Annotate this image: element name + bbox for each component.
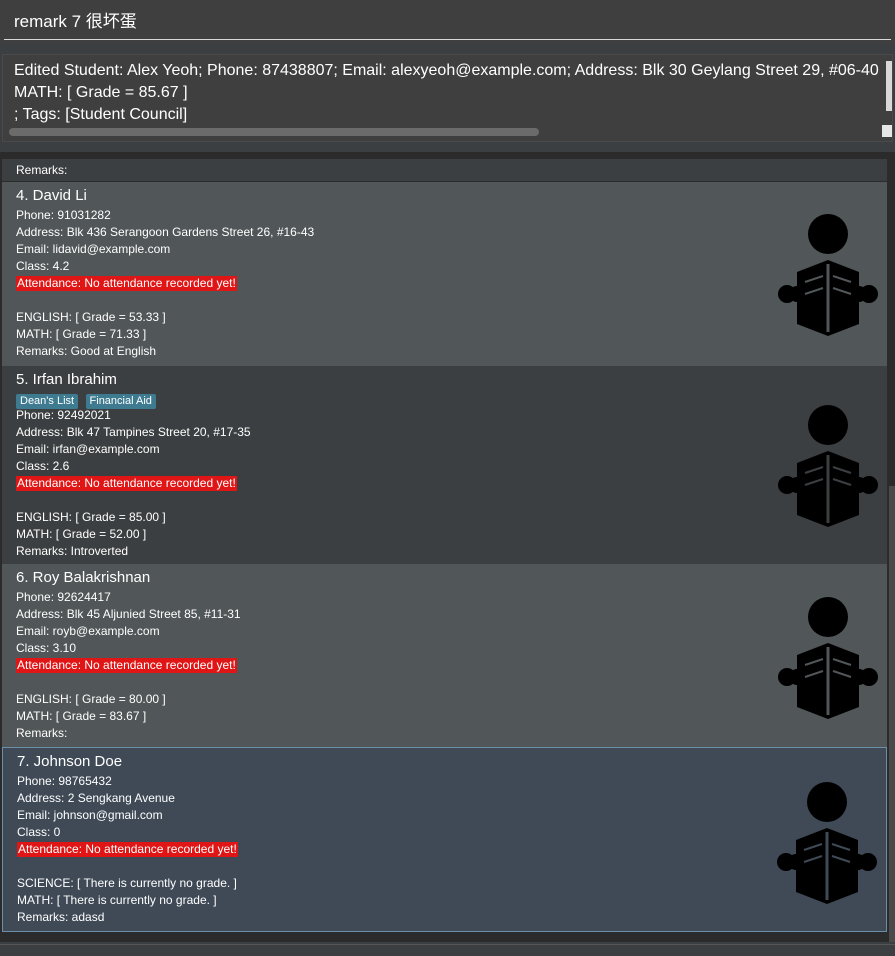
student-email: Email: irfan@example.com (16, 442, 160, 456)
student-email: Email: johnson@gmail.com (17, 808, 163, 822)
student-grade-2: MATH: [ Grade = 71.33 ] (16, 327, 147, 341)
result-display[interactable]: Edited Student: Alex Yeoh; Phone: 874388… (2, 54, 893, 142)
student-name: 7. Johnson Doe (17, 753, 123, 770)
student-grade-1: ENGLISH: [ Grade = 80.00 ] (16, 692, 166, 706)
student-card[interactable]: 5. Irfan Ibrahim Dean's List Financial A… (2, 366, 887, 564)
student-address: Address: 2 Sengkang Avenue (17, 791, 175, 805)
student-grade-2: MATH: [ There is currently no grade. ] (17, 893, 217, 907)
list-vertical-scrollbar[interactable] (889, 486, 895, 942)
student-card[interactable]: 4. David Li Phone: 91031282 Address: Blk… (2, 182, 887, 366)
person-reading-book-icon (778, 405, 878, 527)
student-name: 5. Irfan Ibrahim (16, 371, 117, 388)
student-name: 6. Roy Balakrishnan (16, 569, 151, 586)
person-reading-book-icon (778, 597, 878, 719)
student-address: Address: Blk 45 Aljunied Street 85, #11-… (16, 607, 241, 621)
attendance-status: Attendance: No attendance recorded yet! (16, 476, 237, 491)
student-address: Address: Blk 47 Tampines Street 20, #17-… (16, 425, 251, 439)
tag-deans-list: Dean's List (16, 394, 79, 409)
student-grade-2: MATH: [ Grade = 52.00 ] (16, 527, 147, 541)
student-grade-2: MATH: [ Grade = 83.67 ] (16, 709, 147, 723)
student-email: Email: lidavid@example.com (16, 242, 171, 256)
student-grade-1: ENGLISH: [ Grade = 53.33 ] (16, 310, 166, 324)
student-phone: Phone: 98765432 (17, 774, 112, 788)
student-remarks: Remarks: (16, 726, 68, 740)
student-name: 4. David Li (16, 187, 87, 204)
student-card-selected[interactable]: 7. Johnson Doe Phone: 98765432 Address: … (2, 747, 887, 932)
student-class: Class: 0 (17, 825, 61, 839)
tag-list: Dean's List Financial Aid (16, 391, 159, 409)
result-horizontal-scrollbar[interactable] (9, 128, 879, 136)
scroll-corner (882, 125, 892, 137)
attendance-status: Attendance: No attendance recorded yet! (16, 276, 237, 291)
status-bar (0, 944, 895, 956)
student-phone: Phone: 92624417 (16, 590, 111, 604)
person-reading-book-icon (777, 782, 877, 904)
result-line-3: ; Tags: [Student Council] (14, 106, 188, 123)
result-horizontal-scroll-thumb[interactable] (9, 128, 539, 136)
command-box (0, 0, 895, 44)
result-line-1: Edited Student: Alex Yeoh; Phone: 874388… (14, 62, 879, 79)
attendance-status: Attendance: No attendance recorded yet! (16, 658, 237, 673)
student-grade-1: ENGLISH: [ Grade = 85.00 ] (16, 510, 166, 524)
student-card[interactable]: 6. Roy Balakrishnan Phone: 92624417 Addr… (2, 564, 887, 747)
student-class: Class: 3.10 (16, 641, 77, 655)
student-remarks: Remarks: Introverted (16, 544, 129, 558)
student-class: Class: 4.2 (16, 259, 70, 273)
result-vertical-scroll-thumb[interactable] (886, 61, 892, 111)
result-line-2: MATH: [ Grade = 85.67 ] (14, 84, 188, 101)
partial-card-remarks: Remarks: (2, 159, 887, 181)
student-email: Email: royb@example.com (16, 624, 160, 638)
person-reading-book-icon (778, 214, 878, 336)
student-remarks: Remarks: Good at English (16, 344, 157, 358)
student-remarks: Remarks: adasd (17, 910, 105, 924)
attendance-status: Attendance: No attendance recorded yet! (17, 842, 238, 857)
command-input[interactable] (4, 0, 891, 40)
student-phone: Phone: 92492021 (16, 408, 111, 422)
student-list-panel: Remarks: 4. David Li Phone: 91031282 Add… (0, 152, 895, 942)
tag-financial-aid: Financial Aid (85, 394, 156, 409)
student-grade-1: SCIENCE: [ There is currently no grade. … (17, 876, 237, 890)
student-phone: Phone: 91031282 (16, 208, 111, 222)
student-address: Address: Blk 436 Serangoon Gardens Stree… (16, 225, 315, 239)
student-class: Class: 2.6 (16, 459, 70, 473)
